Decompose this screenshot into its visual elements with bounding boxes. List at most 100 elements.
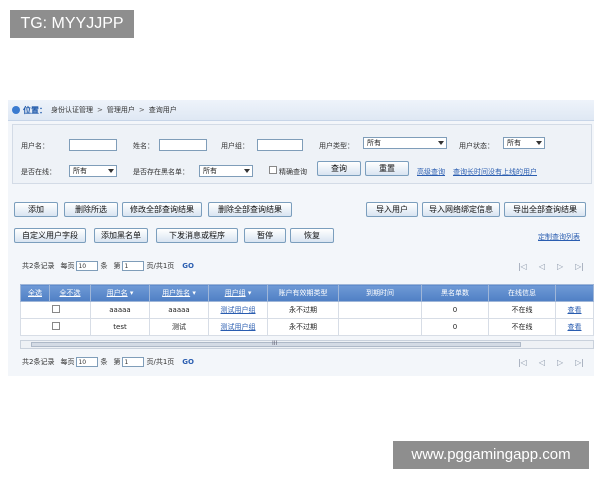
custom-list-link[interactable]: 定制查询列表 <box>538 232 580 242</box>
username-input[interactable] <box>69 139 117 151</box>
col-action <box>555 284 594 302</box>
first-page-icon[interactable]: |◁ <box>518 262 527 271</box>
view-link[interactable]: 查看 <box>568 323 582 331</box>
usergroup-input[interactable] <box>257 139 303 151</box>
first-page-icon[interactable]: |◁ <box>518 358 527 367</box>
longtime-offline-link[interactable]: 查询长时间没有上线的用户 <box>453 167 537 177</box>
chevron-down-icon <box>438 141 444 145</box>
filter-panel: 用户名： 姓名： 用户组： 用户类型： 所有 用户状态： 所有 是否在线： 所有… <box>12 124 592 184</box>
breadcrumb-item-identity[interactable]: 身份认证管理 <box>51 105 93 115</box>
pause-button[interactable]: 暂停 <box>244 228 286 243</box>
page-number-input[interactable]: 1 <box>122 261 145 271</box>
col-usergroup[interactable]: 用户组 <box>225 289 246 297</box>
row-checkbox[interactable] <box>51 322 60 330</box>
blacklist-value: 所有 <box>203 167 217 175</box>
import-users-button[interactable]: 导入用户 <box>366 202 418 217</box>
last-page-icon[interactable]: ▷| <box>575 262 584 271</box>
exact-query-checkbox[interactable] <box>269 166 277 174</box>
col-online: 在线信息 <box>488 284 556 302</box>
usertype-value: 所有 <box>367 139 381 147</box>
col-username[interactable]: 用户名 <box>107 289 128 297</box>
advanced-query-link[interactable]: 高级查询 <box>417 167 445 177</box>
cell-realname: 测试 <box>149 318 209 336</box>
import-binding-button[interactable]: 导入网络绑定信息 <box>422 202 500 217</box>
userstatus-value: 所有 <box>507 139 521 147</box>
pager-total: 共2条记录 <box>22 358 55 366</box>
pager-unit: 条 <box>100 358 108 366</box>
resume-button[interactable]: 恢复 <box>290 228 334 243</box>
chevron-down-icon <box>536 141 542 145</box>
cell-expiry <box>338 301 422 319</box>
add-button[interactable]: 添加 <box>14 202 58 217</box>
query-button[interactable]: 查询 <box>317 161 361 176</box>
pager-nav: |◁ ◁ ▷ ▷| <box>518 262 584 271</box>
page-number-input[interactable]: 1 <box>122 357 145 367</box>
username-label: 用户名： <box>21 142 49 150</box>
pager-total: 共2条记录 <box>22 262 55 270</box>
blacklist-select[interactable]: 所有 <box>199 165 253 177</box>
chevron-down-icon <box>244 169 250 173</box>
pager-page-of: 页/共1页 <box>146 262 175 270</box>
row-checkbox[interactable] <box>51 305 60 313</box>
cell-group-link[interactable]: 测试用户组 <box>221 306 256 314</box>
pager-per-page-label: 每页 <box>60 262 75 270</box>
col-blacklist-count: 黑名单数 <box>421 284 489 302</box>
scrollbar-thumb[interactable]: III <box>31 340 521 347</box>
view-link[interactable]: 查看 <box>568 306 582 314</box>
name-input[interactable] <box>159 139 207 151</box>
col-expiry-type: 账户有效期类型 <box>267 284 339 302</box>
select-all-link[interactable]: 全选 <box>28 289 42 297</box>
name-label: 姓名： <box>133 142 154 150</box>
per-page-input[interactable]: 10 <box>76 357 99 367</box>
select-none-link[interactable]: 全不选 <box>60 289 81 297</box>
delete-all-button[interactable]: 删除全部查询结果 <box>208 202 292 217</box>
cell-group-link[interactable]: 测试用户组 <box>221 323 256 331</box>
go-button[interactable]: GO <box>182 262 194 270</box>
cell-username: aaaaa <box>90 301 150 319</box>
pager-unit: 条 <box>100 262 108 270</box>
custom-fields-button[interactable]: 自定义用户字段 <box>14 228 86 243</box>
cell-blacklist: 0 <box>421 301 489 319</box>
table-header-row: 全选 全不选 用户名 ▾ 用户姓名 ▾ 用户组 ▾ 账户有效期类型 到期时间 黑… <box>20 284 594 302</box>
userstatus-select[interactable]: 所有 <box>503 137 545 149</box>
cell-expiry-type: 永不过期 <box>267 301 339 319</box>
exact-query-label: 精确查询 <box>279 168 307 176</box>
reset-button[interactable]: 重置 <box>365 161 409 176</box>
prev-page-icon[interactable]: ◁ <box>539 262 545 271</box>
breadcrumb: 位置： 身份认证管理 > 管理用户 > 查询用户 <box>8 100 594 121</box>
location-icon <box>12 106 20 114</box>
breadcrumb-separator: > <box>97 106 103 114</box>
per-page-input[interactable]: 10 <box>76 261 99 271</box>
col-realname[interactable]: 用户姓名 <box>162 289 190 297</box>
blacklist-label: 是否存在黑名单： <box>133 168 189 176</box>
last-page-icon[interactable]: ▷| <box>575 358 584 367</box>
usertype-select[interactable]: 所有 <box>363 137 447 149</box>
cell-online: 不在线 <box>488 301 556 319</box>
pager-page-label: 第 <box>113 262 121 270</box>
chevron-down-icon <box>108 169 114 173</box>
pager-top: 共2条记录 每页 10 条 第 1 页/共1页 GO |◁ ◁ ▷ ▷| <box>12 256 590 276</box>
usertype-label: 用户类型： <box>319 142 354 150</box>
horizontal-scrollbar[interactable]: III <box>20 340 594 349</box>
scrollbar-grip: III <box>272 340 278 347</box>
pager-bottom: 共2条记录 每页 10 条 第 1 页/共1页 GO |◁ ◁ ▷ ▷| <box>12 352 590 372</box>
export-all-button[interactable]: 导出全部查询结果 <box>504 202 586 217</box>
breadcrumb-item-manage[interactable]: 管理用户 <box>107 105 135 115</box>
next-page-icon[interactable]: ▷ <box>557 358 563 367</box>
cell-online: 不在线 <box>488 318 556 336</box>
pager-page-of: 页/共1页 <box>146 358 175 366</box>
send-message-button[interactable]: 下发消息或程序 <box>156 228 238 243</box>
next-page-icon[interactable]: ▷ <box>557 262 563 271</box>
prev-page-icon[interactable]: ◁ <box>539 358 545 367</box>
pager-nav: |◁ ◁ ▷ ▷| <box>518 358 584 367</box>
add-blacklist-button[interactable]: 添加黑名单 <box>94 228 148 243</box>
delete-selected-button[interactable]: 删除所选 <box>64 202 118 217</box>
modify-all-button[interactable]: 修改全部查询结果 <box>122 202 202 217</box>
online-select[interactable]: 所有 <box>69 165 117 177</box>
online-label: 是否在线： <box>21 168 56 176</box>
go-button[interactable]: GO <box>182 358 194 366</box>
col-expiry-time: 到期时间 <box>338 284 422 302</box>
watermark-bottom-right: www.pggamingapp.com <box>393 441 589 469</box>
cell-blacklist: 0 <box>421 318 489 336</box>
breadcrumb-separator: > <box>138 106 145 114</box>
